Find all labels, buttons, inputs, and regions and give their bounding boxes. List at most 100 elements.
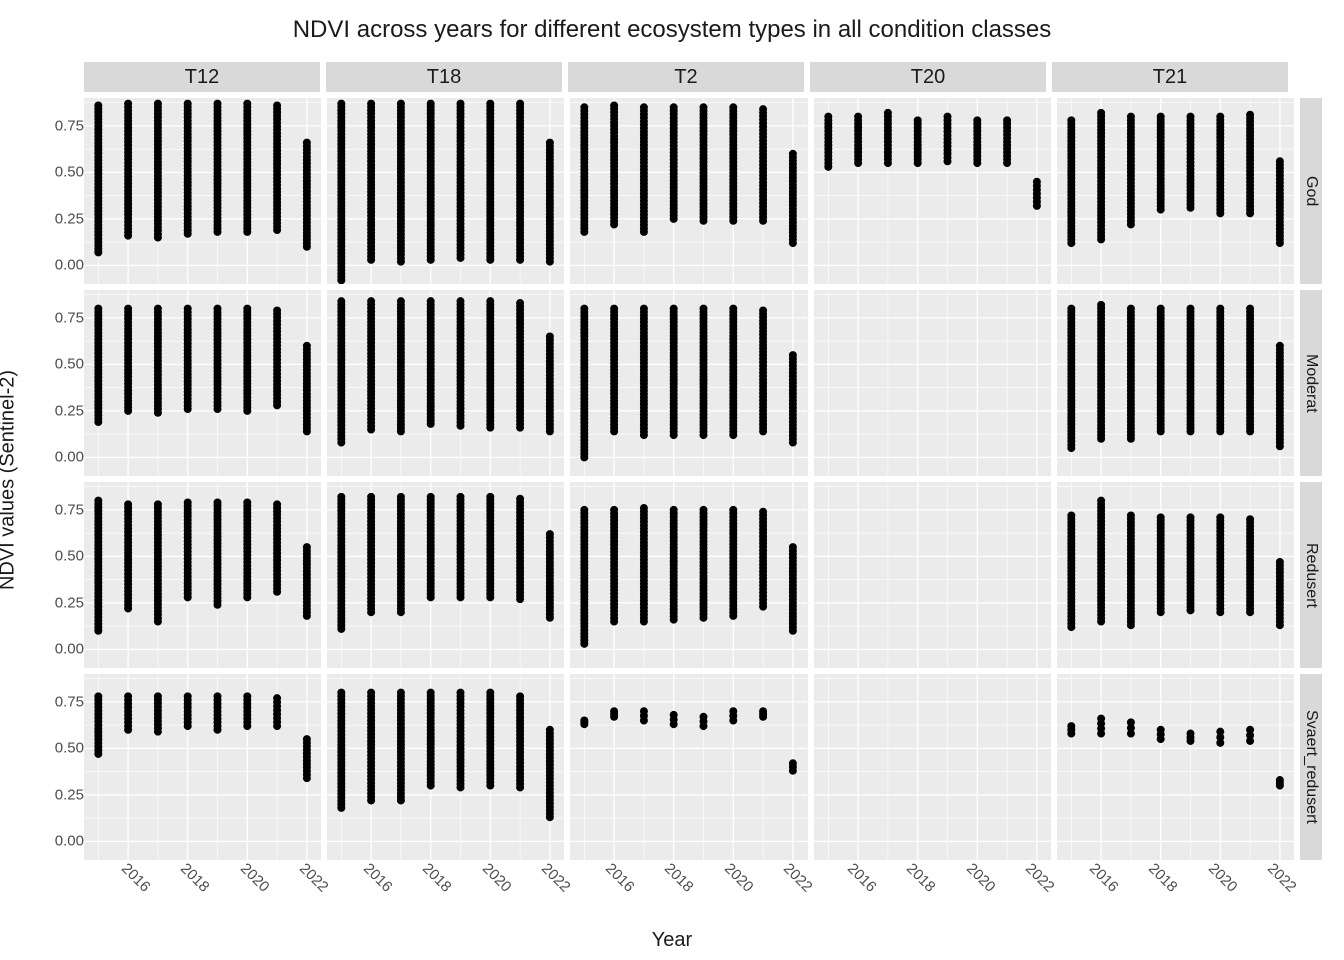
panel-svg: [84, 674, 321, 860]
x-ticks-panel: 2016201820202022: [810, 860, 1046, 924]
y-tick-label: 0.25: [55, 786, 84, 803]
col-strip: T18: [326, 62, 562, 92]
panel-svg: [570, 98, 807, 284]
panels-row: [84, 674, 1300, 860]
col-strip: T21: [1052, 62, 1288, 92]
x-tick-label: 2020: [236, 860, 272, 896]
y-tick-label: 0.75: [55, 693, 84, 710]
facet-panel: [327, 290, 564, 476]
row-block: Moderat: [84, 290, 1322, 476]
row-strip: God: [1300, 98, 1322, 284]
y-tick-label: 0.25: [55, 594, 84, 611]
y-tick-label: 0.50: [55, 548, 84, 565]
chart-title: NDVI across years for different ecosyste…: [0, 0, 1344, 52]
y-tick-label: 0.00: [55, 257, 84, 274]
y-tick-label: 0.75: [55, 309, 84, 326]
panel-svg: [814, 482, 1051, 668]
panel-svg: [327, 98, 564, 284]
facet-panel: [84, 290, 321, 476]
facet-panel: [84, 482, 321, 668]
facet-panel: [814, 290, 1051, 476]
facet-panel: [814, 482, 1051, 668]
y-tick-label: 0.50: [55, 164, 84, 181]
row-strip: Svaert_redusert: [1300, 674, 1322, 860]
x-ticks-panel: 2016201820202022: [326, 860, 562, 924]
facet-panel: [814, 98, 1051, 284]
x-axis-title: Year: [652, 929, 692, 952]
x-tick-label: 2016: [118, 860, 154, 896]
x-tick-label: 2016: [844, 860, 880, 896]
x-tick-label: 2020: [1204, 860, 1240, 896]
panel-svg: [1057, 290, 1294, 476]
x-tick-label: 2020: [720, 860, 756, 896]
x-ticks-panel: 2016201820202022: [84, 860, 320, 924]
y-tick-label: 0.75: [55, 117, 84, 134]
x-tick-label: 2022: [1264, 860, 1300, 896]
x-tick-label: 2018: [661, 860, 697, 896]
panels-row: [84, 98, 1300, 284]
x-tick-label: 2016: [1086, 860, 1122, 896]
x-tick-label: 2016: [602, 860, 638, 896]
facet-panel: [1057, 290, 1294, 476]
panel-svg: [814, 674, 1051, 860]
panel-svg: [1057, 482, 1294, 668]
facet-panel: [570, 674, 807, 860]
y-axis-title: NDVI values (Sentinel-2): [0, 370, 20, 590]
panels-row: [84, 482, 1300, 668]
row-block: God: [84, 98, 1322, 284]
panel-svg: [1057, 98, 1294, 284]
facet-panel: [327, 674, 564, 860]
row-block: Svaert_redusert: [84, 674, 1322, 860]
facet-panel: [570, 290, 807, 476]
x-ticks: 2016201820202022201620182020202220162018…: [84, 860, 1294, 924]
x-tick-label: 2018: [419, 860, 455, 896]
facet-panel: [1057, 482, 1294, 668]
panels-row: [84, 290, 1300, 476]
col-strip: T2: [568, 62, 804, 92]
chart-wrap: NDVI across years for different ecosyste…: [0, 0, 1344, 960]
panel-svg: [814, 98, 1051, 284]
panel-svg: [327, 290, 564, 476]
y-tick-label: 0.00: [55, 641, 84, 658]
plot-area: T12T18T2T20T21 God Moderat Redusert Svaert_…: [84, 62, 1322, 860]
panel-svg: [570, 674, 807, 860]
row-strip: Redusert: [1300, 482, 1322, 668]
x-tick-label: 2018: [177, 860, 213, 896]
facet-panel: [84, 98, 321, 284]
panel-svg: [84, 482, 321, 668]
x-tick-label: 2018: [903, 860, 939, 896]
panel-svg: [570, 290, 807, 476]
x-ticks-panel: 2016201820202022: [1052, 860, 1288, 924]
facet-rows: God Moderat Redusert Svaert_redusert: [84, 92, 1322, 860]
y-tick-label: 0.50: [55, 740, 84, 757]
panel-svg: [1057, 674, 1294, 860]
panel-svg: [327, 482, 564, 668]
x-tick-label: 2020: [962, 860, 998, 896]
panel-svg: [84, 98, 321, 284]
col-strip: T20: [810, 62, 1046, 92]
panel-svg: [327, 674, 564, 860]
y-tick-label: 0.50: [55, 356, 84, 373]
panel-svg: [84, 290, 321, 476]
facet-panel: [84, 674, 321, 860]
row-strip: Moderat: [1300, 290, 1322, 476]
x-tick-label: 2018: [1145, 860, 1181, 896]
facet-panel: [814, 674, 1051, 860]
x-tick-label: 2020: [478, 860, 514, 896]
facet-panel: [327, 482, 564, 668]
col-strips: T12T18T2T20T21: [84, 62, 1294, 92]
x-ticks-panel: 2016201820202022: [568, 860, 804, 924]
y-tick-label: 0.00: [55, 833, 84, 850]
y-tick-label: 0.25: [55, 210, 84, 227]
row-block: Redusert: [84, 482, 1322, 668]
y-tick-label: 0.75: [55, 501, 84, 518]
panel-svg: [570, 482, 807, 668]
x-tick-label: 2016: [360, 860, 396, 896]
panel-svg: [814, 290, 1051, 476]
y-tick-label: 0.00: [55, 449, 84, 466]
facet-panel: [327, 98, 564, 284]
facet-panel: [570, 98, 807, 284]
col-strip: T12: [84, 62, 320, 92]
facet-panel: [1057, 674, 1294, 860]
facet-panel: [1057, 98, 1294, 284]
